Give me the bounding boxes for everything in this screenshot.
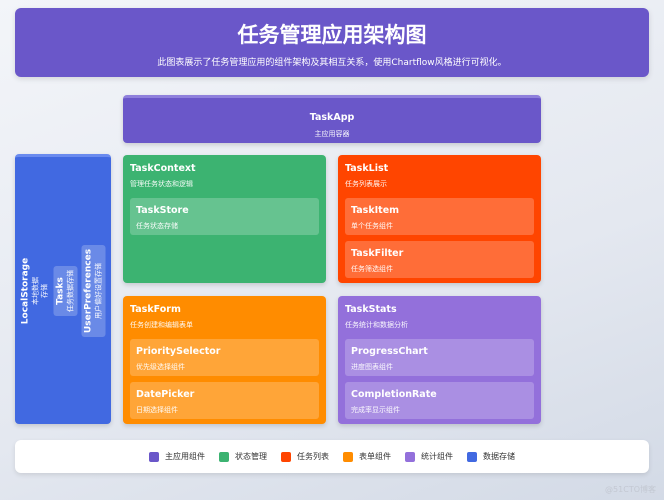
node-taskstats[interactable]: TaskStats 任务统计和数据分析 ProgressChart 进度图表组件… [338, 296, 541, 424]
node-desc: 管理任务状态和逻辑 [130, 180, 193, 188]
node-title: Tasks [55, 276, 66, 305]
node-title: TaskList [345, 163, 389, 174]
node-taskfilter[interactable]: TaskFilter 任务筛选组件 [345, 241, 534, 278]
node-title: PrioritySelector [136, 346, 221, 357]
legend-swatch [149, 451, 159, 462]
node-userpreferences[interactable]: UserPreferences 用户偏好设置存储 [81, 244, 106, 337]
legend-swatch [467, 451, 477, 462]
node-taskcontext[interactable]: TaskContext 管理任务状态和逻辑 TaskStore 任务状态存储 [123, 155, 326, 283]
node-desc: 本地数据存储 [31, 276, 49, 305]
node-taskform[interactable]: TaskForm 任务创建和编辑表单 PrioritySelector 优先级选… [123, 296, 326, 424]
legend-swatch [281, 451, 291, 462]
legend-label: 统计组件 [421, 452, 453, 461]
legend-item: 主应用组件 [149, 451, 205, 462]
node-progresschart[interactable]: ProgressChart 进度图表组件 [345, 339, 534, 376]
node-title: DatePicker [136, 389, 195, 400]
node-desc: 任务创建和编辑表单 [130, 321, 193, 329]
legend-label: 任务列表 [297, 452, 329, 461]
node-title: TaskStore [136, 205, 189, 216]
node-taskstore[interactable]: TaskStore 任务状态存储 [130, 198, 319, 235]
node-title: CompletionRate [351, 389, 437, 400]
node-desc: 日期选择组件 [136, 406, 178, 414]
node-desc: 任务数据存储 [66, 269, 75, 312]
legend-label: 数据存储 [483, 452, 515, 461]
node-title: ProgressChart [351, 346, 428, 357]
node-desc: 主应用容器 [314, 130, 350, 138]
node-completionrate[interactable]: CompletionRate 完成率显示组件 [345, 382, 534, 419]
node-desc: 任务统计和数据分析 [345, 321, 408, 329]
node-desc: 优先级选择组件 [136, 363, 185, 371]
header: 任务管理应用架构图 此图表展示了任务管理应用的组件架构及其相互关系，使用Char… [15, 8, 649, 77]
legend-label: 状态管理 [235, 452, 267, 461]
legend-swatch [219, 451, 229, 462]
node-desc: 进度图表组件 [351, 363, 393, 371]
node-datepicker[interactable]: DatePicker 日期选择组件 [130, 382, 319, 419]
node-desc: 任务状态存储 [136, 222, 178, 230]
node-taskitem[interactable]: TaskItem 单个任务组件 [345, 198, 534, 235]
node-title: LocalStorage [20, 257, 31, 324]
legend-swatch [405, 451, 415, 462]
legend-item: 表单组件 [343, 451, 391, 462]
legend: 主应用组件 状态管理 任务列表 表单组件 统计组件 数据存储 [15, 440, 649, 473]
node-title: UserPreferences [83, 248, 94, 333]
node-tasks[interactable]: Tasks 任务数据存储 [53, 265, 78, 316]
node-tasklist[interactable]: TaskList 任务列表展示 TaskItem 单个任务组件 TaskFilt… [338, 155, 541, 283]
page-title: 任务管理应用架构图 [237, 23, 427, 47]
watermark: @51CTO博客 [605, 485, 656, 494]
legend-item: 状态管理 [219, 451, 267, 462]
legend-label: 表单组件 [359, 452, 391, 461]
node-desc: 任务列表展示 [345, 180, 387, 188]
node-title: TaskApp [309, 112, 355, 123]
node-title: TaskForm [130, 304, 181, 315]
node-title: TaskFilter [351, 248, 404, 259]
node-title: TaskStats [345, 304, 397, 315]
legend-label: 主应用组件 [165, 452, 205, 461]
legend-swatch [343, 451, 353, 462]
node-desc: 任务筛选组件 [351, 265, 393, 273]
node-taskapp[interactable]: TaskApp 主应用容器 [123, 95, 541, 143]
page-subtitle: 此图表展示了任务管理应用的组件架构及其相互关系，使用Chartflow风格进行可… [157, 58, 507, 68]
node-desc: 完成率显示组件 [351, 406, 400, 414]
node-desc: 用户偏好设置存储 [94, 262, 103, 319]
legend-item: 任务列表 [281, 451, 329, 462]
legend-item: 统计组件 [405, 451, 453, 462]
legend-item: 数据存储 [467, 451, 515, 462]
node-title: TaskItem [351, 205, 400, 216]
node-localstorage[interactable]: LocalStorage 本地数据存储 Tasks 任务数据存储 UserPre… [15, 154, 111, 424]
node-priorityselector[interactable]: PrioritySelector 优先级选择组件 [130, 339, 319, 376]
node-desc: 单个任务组件 [351, 222, 393, 230]
node-title: TaskContext [130, 163, 196, 174]
